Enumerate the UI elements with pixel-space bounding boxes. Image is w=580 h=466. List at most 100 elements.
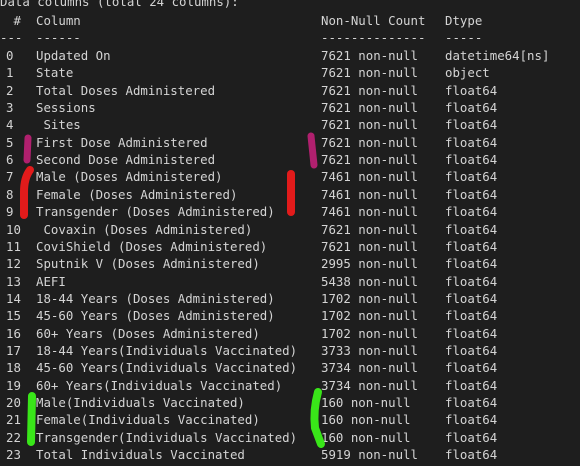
row-index: 13 bbox=[6, 273, 21, 289]
row-index: 1 bbox=[6, 65, 14, 81]
row-index: 9 bbox=[6, 204, 14, 220]
row-column-name: 45-60 Years (Doses Administered) bbox=[36, 308, 275, 324]
row-non-null-count: 160 non-null bbox=[321, 395, 411, 410]
row-non-null-count: 1702 non-null bbox=[321, 308, 418, 324]
row-index: 6 bbox=[6, 152, 14, 168]
row-column-name: 45-60 Years(Individuals Vaccinated) bbox=[36, 360, 298, 376]
row-column-name: Female(Individuals Vaccinated) bbox=[36, 412, 260, 428]
table-row: 5 First Dose Administered 7621 non-null flo… bbox=[0, 134, 580, 151]
row-column-name: Sessions bbox=[36, 100, 96, 116]
row-index: 23 bbox=[6, 447, 21, 463]
table-row: 2 Total Doses Administered 7621 non-null fl… bbox=[0, 82, 580, 99]
row-column-name: AEFI bbox=[36, 273, 66, 289]
row-column-name: Female (Doses Administered) bbox=[36, 186, 238, 202]
info-header-line: Data columns (total 24 columns): bbox=[0, 0, 580, 10]
row-index: 11 bbox=[6, 238, 21, 254]
row-dtype: float64 bbox=[445, 134, 498, 150]
row-index: 16 bbox=[6, 325, 21, 341]
row-dtype: float64 bbox=[445, 412, 498, 428]
row-non-null-count: 7621 non-null bbox=[321, 152, 418, 168]
table-row: 23 Total Individuals Vaccinated 5919 non-n… bbox=[0, 446, 580, 463]
row-index: 2 bbox=[6, 82, 14, 98]
row-non-null-count: 7621 non-null bbox=[321, 82, 418, 98]
table-row: 6 Second Dose Administered 7621 non-null fl… bbox=[0, 151, 580, 168]
row-non-null-count: 7621 non-null bbox=[321, 221, 418, 237]
table-row: 0 Updated On 7621 non-null datetime64[ns] bbox=[0, 47, 580, 64]
row-dtype: float64 bbox=[445, 117, 498, 133]
row-index: 18 bbox=[6, 360, 21, 376]
row-dtype: float64 bbox=[445, 169, 498, 185]
table-row: 8 Female (Doses Administered) 7461 non-nul… bbox=[0, 186, 580, 203]
row-column-name: Covaxin (Doses Administered) bbox=[36, 221, 253, 237]
row-dtype: float64 bbox=[445, 360, 498, 376]
row-column-name: Sites bbox=[36, 117, 81, 133]
row-non-null-count: 7461 non-null bbox=[321, 204, 418, 220]
row-dtype: float64 bbox=[445, 152, 498, 168]
row-dtype: float64 bbox=[445, 325, 498, 341]
row-column-name: First Dose Administered bbox=[36, 134, 208, 150]
separator-non-null: -------------- bbox=[321, 30, 426, 45]
table-row: 16 60+ Years (Doses Administered) 1702 non… bbox=[0, 325, 580, 342]
separator-index: --- bbox=[0, 30, 23, 45]
row-non-null-count: 1702 non-null bbox=[321, 290, 418, 306]
row-non-null-count: 7461 non-null bbox=[321, 186, 418, 202]
table-row: 22 Transgender(Individuals Vaccinated) 160… bbox=[0, 429, 580, 446]
row-dtype: float64 bbox=[445, 221, 498, 237]
row-index: 20 bbox=[6, 395, 21, 410]
row-index: 22 bbox=[6, 429, 21, 445]
row-non-null-count: 7621 non-null bbox=[321, 100, 418, 116]
row-dtype: float64 bbox=[445, 429, 498, 445]
row-dtype: float64 bbox=[445, 377, 498, 393]
row-dtype: object bbox=[445, 65, 490, 81]
table-row: 11 CoviShield (Doses Administered) 7621 no… bbox=[0, 238, 580, 255]
separator-column: ------ bbox=[36, 30, 81, 45]
row-non-null-count: 7621 non-null bbox=[321, 238, 418, 254]
row-non-null-count: 7621 non-null bbox=[321, 134, 418, 150]
separator-dtype: ----- bbox=[445, 30, 483, 45]
row-dtype: float64 bbox=[445, 238, 498, 254]
table-row: 3 Sessions 7621 non-null float64 bbox=[0, 99, 580, 116]
table-row: 15 45-60 Years (Doses Administered) 1702 n… bbox=[0, 307, 580, 324]
row-column-name: Transgender (Doses Administered) bbox=[36, 204, 275, 220]
header-dtype: Dtype bbox=[445, 13, 483, 28]
row-non-null-count: 3734 non-null bbox=[321, 360, 418, 376]
row-column-name: 60+ Years(Individuals Vaccinated) bbox=[36, 377, 283, 393]
row-dtype: float64 bbox=[445, 204, 498, 220]
table-row: 18 45-60 Years(Individuals Vaccinated) 373… bbox=[0, 359, 580, 376]
row-column-name: Male (Doses Administered) bbox=[36, 169, 223, 185]
row-non-null-count: 7621 non-null bbox=[321, 48, 418, 63]
row-dtype: float64 bbox=[445, 308, 498, 324]
table-row: 13 AEFI 5438 non-null float64 bbox=[0, 273, 580, 290]
row-dtype: float64 bbox=[445, 186, 498, 202]
row-index: 17 bbox=[6, 342, 21, 358]
table-header-row: # Column Non-Null Count Dtype bbox=[0, 12, 580, 29]
separator-row: --- ------ -------------- ----- bbox=[0, 29, 580, 46]
row-column-name: 18-44 Years (Doses Administered) bbox=[36, 290, 275, 306]
row-column-name: Total Individuals Vaccinated bbox=[36, 447, 245, 463]
row-index: 0 bbox=[6, 48, 14, 63]
row-non-null-count: 7621 non-null bbox=[321, 117, 418, 133]
table-row: 10 Covaxin (Doses Administered) 7621 non-… bbox=[0, 221, 580, 238]
row-dtype: float64 bbox=[445, 82, 498, 98]
table-row: 14 18-44 Years (Doses Administered) 1702 n… bbox=[0, 290, 580, 307]
table-row: 19 60+ Years(Individuals Vaccinated) 3734 … bbox=[0, 377, 580, 394]
header-non-null: Non-Null Count bbox=[321, 13, 426, 28]
table-row: 20 Male(Individuals Vaccinated) 160 non-nu… bbox=[0, 394, 580, 411]
row-non-null-count: 1702 non-null bbox=[321, 325, 418, 341]
data-columns-header: Data columns (total 24 columns): bbox=[0, 0, 239, 9]
table-row: 7 Male (Doses Administered) 7461 non-null f… bbox=[0, 168, 580, 185]
row-column-name: 18-44 Years(Individuals Vaccinated) bbox=[36, 342, 298, 358]
row-dtype: float64 bbox=[445, 273, 498, 289]
row-column-name: CoviShield (Doses Administered) bbox=[36, 238, 268, 254]
row-non-null-count: 7461 non-null bbox=[321, 169, 418, 185]
table-row: 21 Female(Individuals Vaccinated) 160 non-… bbox=[0, 411, 580, 428]
table-row: 9 Transgender (Doses Administered) 7461 no… bbox=[0, 203, 580, 220]
header-column: Column bbox=[36, 13, 81, 28]
row-index: 5 bbox=[6, 134, 14, 150]
row-index: 4 bbox=[6, 117, 14, 133]
row-non-null-count: 160 non-null bbox=[321, 429, 411, 445]
table-row: 12 Sputnik V (Doses Administered) 2995 non… bbox=[0, 255, 580, 272]
row-index: 10 bbox=[6, 221, 21, 237]
row-non-null-count: 5919 non-null bbox=[321, 447, 418, 463]
header-index: # bbox=[6, 13, 21, 28]
